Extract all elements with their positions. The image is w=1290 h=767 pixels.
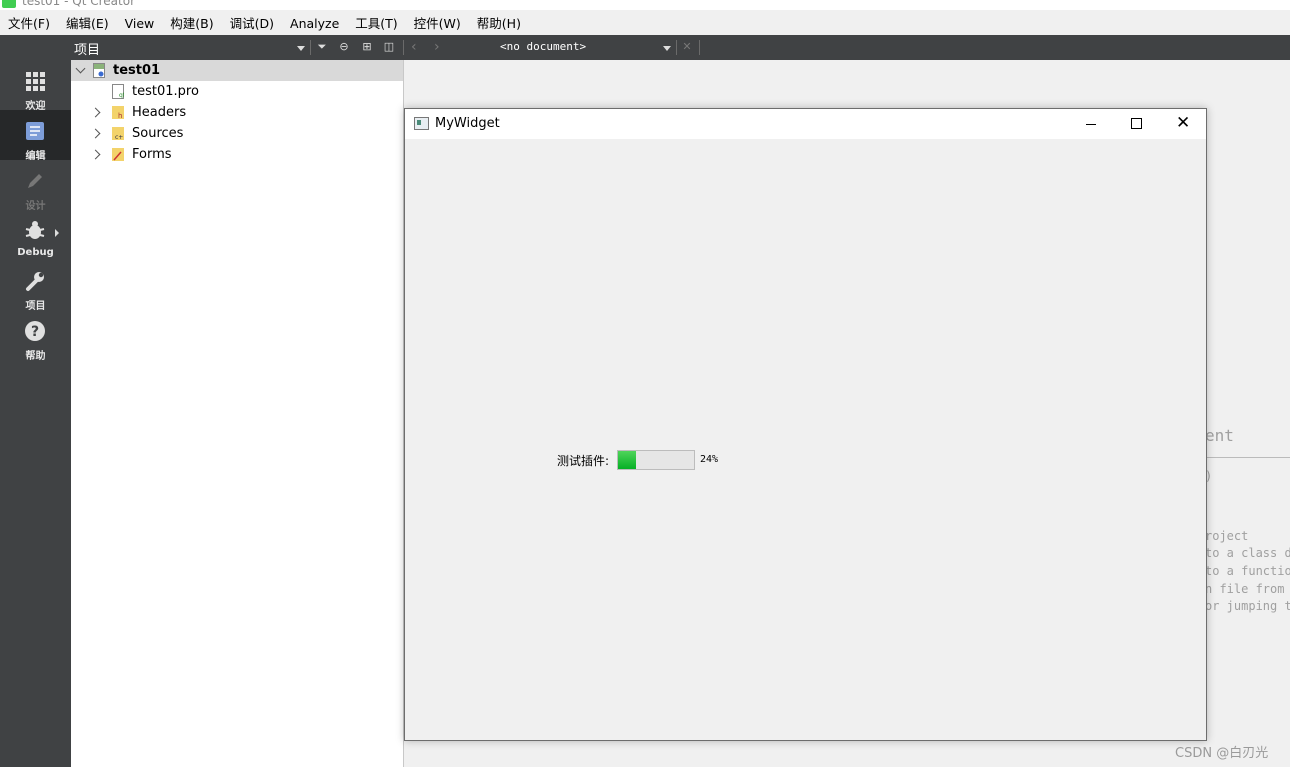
sources-folder-icon: c+ [112,127,124,141]
project-tree: test01 qt test01.pro h Headers c+ Source… [71,60,404,767]
forward-icon[interactable]: › [434,39,440,55]
project-pane-title[interactable]: 项目 [74,39,100,58]
editor-hint-divider [1195,457,1290,458]
menu-build[interactable]: 构建(B) [162,12,221,35]
link-icon[interactable]: ⊖ [338,41,350,53]
toolbar-separator [676,40,677,55]
document-dropdown-icon[interactable] [663,46,671,51]
mode-bar: 欢迎 编辑 设计 Debug 项目 ? 帮助 [0,60,71,767]
mywidget-window: MyWidget ✕ 测试插件: 24% [404,108,1207,741]
plugin-label: 测试插件: [557,454,610,468]
close-button[interactable]: ✕ [1160,109,1206,139]
mywidget-title: MyWidget [435,116,500,131]
forms-folder-icon [112,148,124,161]
tree-item-pro-file[interactable]: qt test01.pro [71,81,403,102]
pro-file-icon: qt [112,84,124,99]
menu-bar: 文件(F) 编辑(E) View 构建(B) 调试(D) Analyze 工具(… [0,12,1290,35]
close-pane-icon[interactable]: ◫ [383,41,395,53]
split-icon[interactable]: ⊞ [361,41,373,53]
app-window-icon [414,117,429,130]
main-toolbar: 项目 ⏷ ⊖ ⊞ ◫ ‹ › <no document> ✕ [0,35,1290,60]
menu-help[interactable]: 帮助(H) [469,12,529,35]
editor-hint-heading: ent [1205,426,1234,445]
toolbar-separator [310,40,311,55]
maximize-icon [1131,118,1142,129]
svg-text:c+: c+ [115,134,123,141]
svg-text:h: h [118,112,122,120]
menu-file[interactable]: 文件(F) [0,12,58,35]
mode-design[interactable]: 设计 [0,160,71,212]
editor-hint-line: to a class d [1205,546,1290,560]
mode-projects[interactable]: 项目 [0,260,71,312]
expand-arrow-icon[interactable] [90,149,101,160]
menu-view[interactable]: View [117,12,163,35]
toolbar-separator [403,40,404,55]
maximize-button[interactable] [1114,109,1160,139]
close-document-icon[interactable]: ✕ [681,41,693,53]
close-icon: ✕ [1176,113,1191,133]
progress-percent: 24% [700,454,719,465]
qt-creator-logo-icon [2,0,16,8]
svg-text:?: ? [31,324,39,340]
minimize-icon [1086,124,1096,125]
progress-fill [618,451,637,469]
expand-arrow-icon[interactable] [90,107,101,118]
project-name: test01 [113,63,161,78]
headers-folder-icon: h [112,106,124,120]
project-pane-dropdown-icon[interactable] [297,46,305,51]
toolbar-separator [699,40,700,55]
tree-item-project[interactable]: test01 [71,60,403,81]
tree-item-forms[interactable]: Forms [71,144,403,165]
mode-label: 帮助 [25,351,46,362]
tree-item-label: Forms [132,147,172,162]
editor-hint-line: roject [1205,529,1249,543]
menu-debug[interactable]: 调试(D) [222,12,282,35]
editor-hint-line: to a functio [1205,564,1290,578]
expand-arrow-icon[interactable] [90,128,101,139]
collapse-arrow-icon[interactable] [75,63,86,74]
filter-icon[interactable]: ⏷ [316,41,328,53]
grid-icon [26,72,45,91]
mode-welcome[interactable]: 欢迎 [0,60,71,112]
tree-item-sources[interactable]: c+ Sources [71,123,403,144]
svg-text:qt: qt [119,92,124,99]
tree-item-label: Headers [132,105,187,120]
csdn-watermark: CSDN @白刃光 [1175,746,1269,761]
menu-widgets[interactable]: 控件(W) [406,12,469,35]
mode-debug[interactable]: Debug [0,210,71,260]
edit-doc-icon [26,122,44,140]
menu-tools[interactable]: 工具(T) [347,12,405,35]
document-selector[interactable]: <no document> [500,40,586,53]
mode-help[interactable]: ? 帮助 [0,310,71,362]
tree-item-label: Sources [132,126,184,141]
plugin-progress-bar [617,450,695,470]
tree-item-headers[interactable]: h Headers [71,102,403,123]
bug-icon [25,221,45,239]
mode-label: Debug [17,247,54,258]
help-icon: ? [25,321,45,341]
wrench-icon [26,272,44,291]
mode-edit[interactable]: 编辑 [0,110,71,162]
editor-hint-line: or jumping t [1205,599,1290,613]
editor-hint-line: n file from f [1205,582,1290,596]
menu-analyze[interactable]: Analyze [282,12,347,35]
window-title-bar: test01 - Qt Creator [0,0,1290,10]
project-icon [93,63,105,78]
back-icon[interactable]: ‹ [411,39,417,55]
mywidget-title-bar[interactable]: MyWidget ✕ [405,109,1206,139]
debug-expand-icon[interactable] [55,229,59,237]
window-title: test01 - Qt Creator [22,0,136,8]
pencil-icon [28,174,42,188]
menu-edit[interactable]: 编辑(E) [58,12,117,35]
minimize-button[interactable] [1068,109,1114,139]
tree-item-label: test01.pro [132,84,199,99]
